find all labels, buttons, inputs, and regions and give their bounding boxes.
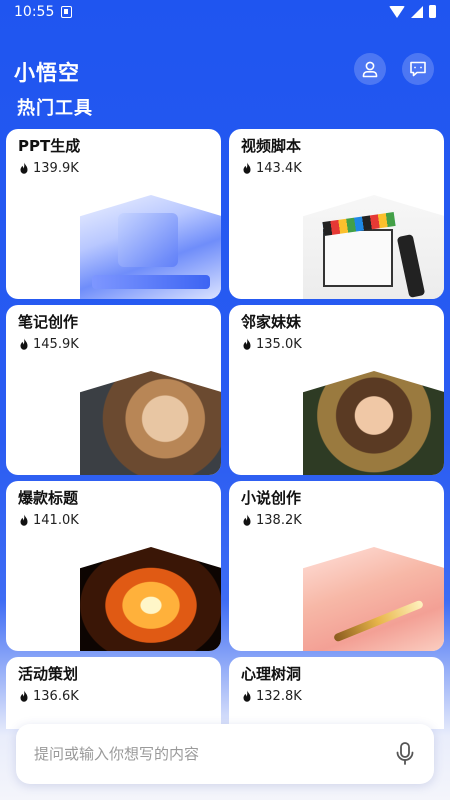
status-bar: 10:55 <box>0 0 450 26</box>
hot-count: 136.6K <box>18 689 79 704</box>
fire-icon <box>20 514 28 526</box>
portrait-thumbnail <box>80 371 221 475</box>
hot-count: 132.8K <box>241 689 302 704</box>
battery-icon <box>429 5 436 18</box>
hot-count: 143.4K <box>241 161 302 176</box>
letter-quill-thumbnail <box>303 547 444 651</box>
hot-count: 135.0K <box>241 337 302 352</box>
signal-icon <box>411 5 423 18</box>
hot-count-value: 132.8K <box>256 689 302 704</box>
status-icons <box>389 5 436 18</box>
fire-icon <box>243 162 251 174</box>
tool-name: 活动策划 <box>18 665 79 683</box>
fire-icon <box>20 338 28 350</box>
ppt-thumbnail <box>80 195 221 299</box>
prompt-input[interactable] <box>34 745 394 763</box>
tool-card-event-planning[interactable]: 活动策划 136.6K <box>6 657 221 729</box>
tool-card-novel[interactable]: 小说创作 138.2K <box>229 481 444 651</box>
hot-count: 145.9K <box>18 337 79 352</box>
tool-card-notes[interactable]: 笔记创作 145.9K <box>6 305 221 475</box>
tool-name: 视频脚本 <box>241 137 302 155</box>
fire-icon <box>20 162 28 174</box>
tool-card-viral-title[interactable]: 爆款标题 141.0K <box>6 481 221 651</box>
sim-icon <box>61 6 72 18</box>
fire-icon <box>243 514 251 526</box>
fire-icon <box>243 690 251 702</box>
tool-card-ppt[interactable]: PPT生成 139.9K <box>6 129 221 299</box>
tool-card-tree-hole[interactable]: 心理树洞 132.8K <box>229 657 444 729</box>
user-icon <box>362 61 378 78</box>
hot-count: 141.0K <box>18 513 79 528</box>
explosion-thumbnail <box>80 547 221 651</box>
clapperboard-thumbnail <box>303 195 444 299</box>
tool-name: 小说创作 <box>241 489 302 507</box>
tool-card-neighbor-sister[interactable]: 邻家妹妹 135.0K <box>229 305 444 475</box>
chat-icon <box>410 61 426 77</box>
hot-count-value: 136.6K <box>33 689 79 704</box>
status-time: 10:55 <box>14 4 55 20</box>
tool-card-video-script[interactable]: 视频脚本 143.4K <box>229 129 444 299</box>
laughing-portrait-thumbnail <box>303 371 444 475</box>
hot-count-value: 139.9K <box>33 161 79 176</box>
profile-button[interactable] <box>354 53 386 85</box>
hot-count-value: 135.0K <box>256 337 302 352</box>
tool-grid: PPT生成 139.9K 视频脚本 143.4K 笔记创作 145.9K 邻家妹… <box>6 129 444 729</box>
fire-icon <box>20 690 28 702</box>
wifi-icon <box>389 5 405 18</box>
tool-name: 邻家妹妹 <box>241 313 302 331</box>
tool-name: 爆款标题 <box>18 489 79 507</box>
section-title: 热门工具 <box>17 98 93 119</box>
hot-count: 138.2K <box>241 513 302 528</box>
hot-count-value: 141.0K <box>33 513 79 528</box>
tool-name: 心理树洞 <box>241 665 302 683</box>
tool-name: 笔记创作 <box>18 313 79 331</box>
hot-count-value: 143.4K <box>256 161 302 176</box>
tool-name: PPT生成 <box>18 137 81 155</box>
hot-count-value: 145.9K <box>33 337 79 352</box>
fire-icon <box>243 338 251 350</box>
hot-count: 139.9K <box>18 161 79 176</box>
prompt-bar <box>16 724 434 784</box>
app-title: 小悟空 <box>14 61 80 85</box>
microphone-icon[interactable] <box>394 741 416 767</box>
message-button[interactable] <box>402 53 434 85</box>
hot-count-value: 138.2K <box>256 513 302 528</box>
